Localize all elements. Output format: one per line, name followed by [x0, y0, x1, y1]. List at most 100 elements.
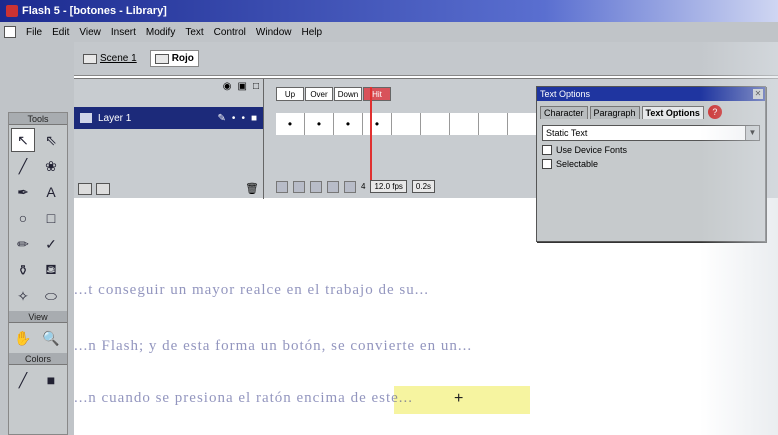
zoom-icon[interactable]: 🔍 [39, 326, 63, 350]
use-device-fonts-option[interactable]: Use Device Fonts [542, 145, 760, 155]
oval-icon[interactable]: ○ [11, 206, 35, 230]
tab-paragraph[interactable]: Paragraph [589, 106, 640, 119]
frame-cell[interactable] [421, 113, 450, 135]
hand-icon[interactable]: ✋ [11, 326, 35, 350]
onion-outline-icon[interactable] [310, 180, 322, 193]
frame-labels: Up Over Down Hit [276, 87, 392, 101]
frame-cell[interactable] [392, 113, 421, 135]
stroke-color-icon[interactable]: ╱ [11, 368, 35, 392]
use-device-fonts-checkbox[interactable] [542, 145, 552, 155]
registration-crosshair-icon: + [454, 390, 464, 407]
document-icon[interactable] [4, 26, 16, 38]
rectangle-icon[interactable]: □ [39, 206, 63, 230]
stage-text-line-1: ...t conseguir un mayor realce en el tra… [74, 282, 429, 298]
selectable-label: Selectable [556, 159, 599, 169]
onion-markers-icon[interactable] [344, 180, 356, 193]
frame-cell[interactable] [450, 113, 479, 135]
frame-row: • • • • [276, 113, 537, 135]
use-device-fonts-label: Use Device Fonts [556, 145, 628, 155]
colors-header: Colors [9, 353, 67, 365]
text-type-select[interactable]: Static Text ▼ [542, 125, 760, 141]
text-options-tabs: Character Paragraph Text Options ? [537, 101, 765, 119]
dropper-icon[interactable]: ✧ [11, 284, 35, 308]
ink-bottle-icon[interactable]: ⚱ [11, 258, 35, 282]
text-type-value: Static Text [546, 128, 588, 138]
scene-crumb[interactable]: Scene 1 [78, 50, 142, 67]
view-tool-grid: ✋ 🔍 [9, 323, 67, 353]
outline-icon[interactable]: □ [253, 81, 259, 92]
timeline-status: 4 12.0 fps 0.2s [276, 180, 436, 193]
tab-character[interactable]: Character [540, 106, 588, 119]
fill-color-icon[interactable]: ■ [39, 368, 63, 392]
stage-text-line-3: ...n cuando se presiona el ratón encima … [74, 390, 414, 406]
menu-window[interactable]: Window [256, 27, 292, 38]
frame-label-over[interactable]: Over [305, 87, 333, 101]
text-options-titlebar[interactable]: Text Options ✕ [537, 87, 765, 101]
menu-bar: File Edit View Insert Modify Text Contro… [0, 22, 778, 42]
lock-dot-icon[interactable]: • [241, 113, 245, 124]
edit-multiple-icon[interactable] [327, 180, 339, 193]
pencil-icon[interactable]: ✏ [11, 232, 35, 256]
tool-grid: ↖ ⇖ ╱ ❀ ✒ A ○ □ ✏ ✓ ⚱ ⛾ ✧ ⬭ [9, 125, 67, 311]
breadcrumb: Scene 1 Rojo [74, 42, 778, 76]
center-frame-icon[interactable] [276, 180, 288, 193]
keyframe[interactable]: • [334, 113, 363, 135]
frame-cell[interactable] [508, 113, 537, 135]
subselect-icon[interactable]: ⇖ [39, 128, 63, 152]
eraser-icon[interactable]: ⬭ [39, 284, 63, 308]
color-tool-grid: ╱ ■ [9, 365, 67, 395]
brush-icon[interactable]: ✓ [39, 232, 63, 256]
chevron-down-icon[interactable]: ▼ [745, 126, 759, 140]
layer-row[interactable]: Layer 1 ✎ • • ■ [74, 107, 263, 129]
flash-app-icon [6, 5, 18, 17]
arrow-icon[interactable]: ↖ [11, 128, 35, 152]
selectable-option[interactable]: Selectable [542, 159, 760, 169]
keyframe[interactable]: • [276, 113, 305, 135]
frame-label-down[interactable]: Down [334, 87, 362, 101]
help-icon[interactable]: ? [707, 105, 722, 119]
close-icon[interactable]: ✕ [753, 89, 763, 99]
menu-modify[interactable]: Modify [146, 27, 175, 38]
frame-label-up[interactable]: Up [276, 87, 304, 101]
selectable-checkbox[interactable] [542, 159, 552, 169]
frame-cell[interactable] [479, 113, 508, 135]
menu-file[interactable]: File [26, 27, 42, 38]
layer-header: ◉ ▣ □ [74, 79, 263, 93]
menu-view[interactable]: View [79, 27, 101, 38]
pen-icon[interactable]: ✒ [11, 180, 35, 204]
menu-edit[interactable]: Edit [52, 27, 69, 38]
visibility-dot-icon[interactable]: • [232, 113, 236, 124]
menu-insert[interactable]: Insert [111, 27, 136, 38]
lock-icon[interactable]: ▣ [238, 81, 247, 92]
elapsed-time: 0.2s [411, 180, 436, 193]
add-layer-button[interactable] [78, 182, 92, 195]
add-guide-button[interactable] [96, 182, 110, 195]
button-symbol-icon [154, 53, 169, 64]
lasso-icon[interactable]: ❀ [39, 154, 63, 178]
menu-help[interactable]: Help [302, 27, 323, 38]
playhead[interactable] [370, 87, 372, 189]
menu-text[interactable]: Text [185, 27, 203, 38]
eye-icon[interactable]: ◉ [223, 81, 232, 92]
tab-text-options[interactable]: Text Options [641, 106, 704, 119]
symbol-crumb[interactable]: Rojo [149, 50, 199, 67]
text-options-panel: Text Options ✕ Character Paragraph Text … [536, 86, 766, 242]
pencil-edit-icon: ✎ [217, 112, 226, 124]
tools-header: Tools [9, 113, 67, 125]
paint-bucket-icon[interactable]: ⛾ [39, 258, 63, 282]
outline-square-icon[interactable]: ■ [251, 113, 257, 124]
onion-skin-icon[interactable] [293, 180, 305, 193]
trash-icon[interactable]: 🗑 [245, 182, 259, 195]
keyframe[interactable]: • [363, 113, 392, 135]
scene-label: Scene 1 [100, 53, 137, 64]
layer-icon [80, 113, 92, 123]
text-options-body: Static Text ▼ Use Device Fonts Selectabl… [537, 119, 765, 175]
text-icon[interactable]: A [39, 180, 63, 204]
current-frame: 4 [361, 182, 366, 191]
line-icon[interactable]: ╱ [11, 154, 35, 178]
stage-text-line-2: ...n Flash; y de esta forma un botón, se… [74, 338, 473, 354]
keyframe[interactable]: • [305, 113, 334, 135]
frame-label-hit[interactable]: Hit [363, 87, 391, 101]
layer-name: Layer 1 [98, 112, 132, 124]
menu-control[interactable]: Control [214, 27, 246, 38]
